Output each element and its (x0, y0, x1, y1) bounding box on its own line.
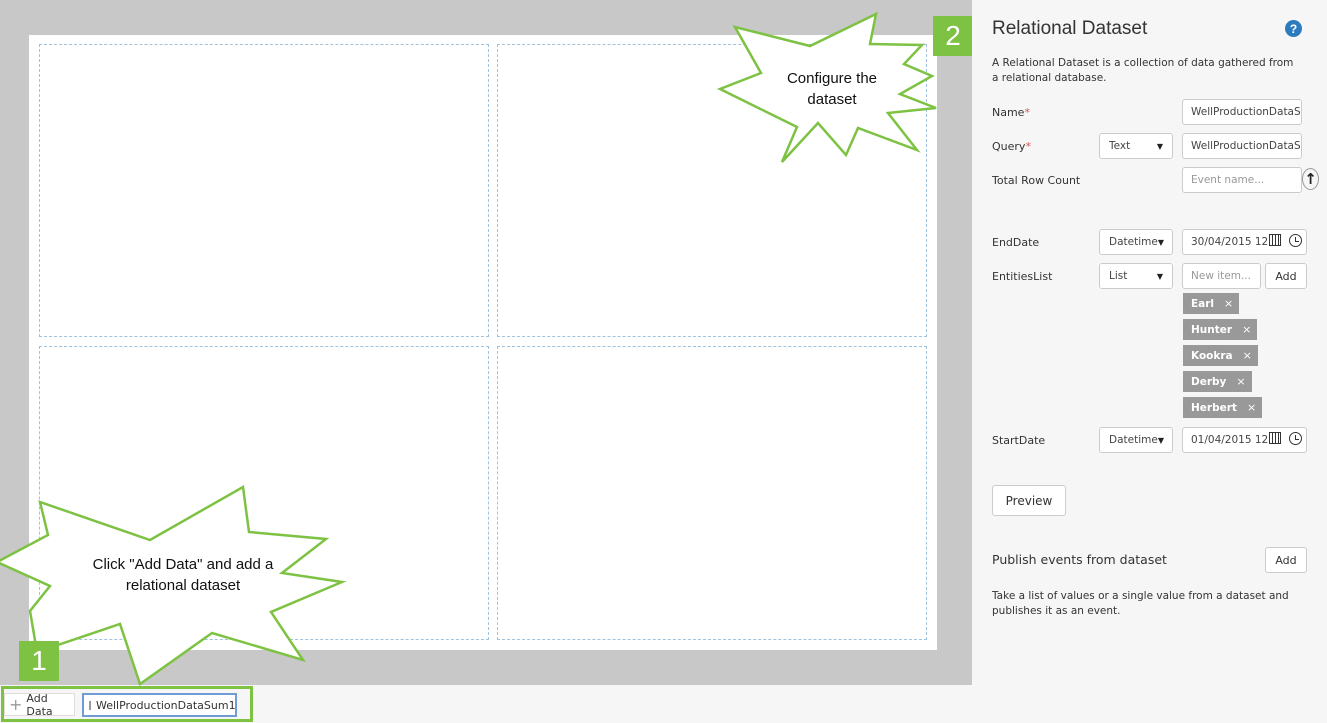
close-icon[interactable]: × (1236, 375, 1245, 388)
startdate-type-value: Datetime (1109, 434, 1158, 446)
callout-text-configure: Configure the dataset (786, 70, 878, 108)
entity-tag-label: Kookra (1191, 349, 1233, 362)
dataset-chip[interactable]: WellProductionDataSum1 (82, 693, 237, 717)
entity-tag: Earl × (1183, 293, 1240, 314)
panel-title: Relational Dataset (992, 18, 1148, 39)
entity-tag: Herbert × (1183, 397, 1263, 418)
step-badge-1: 1 (19, 641, 59, 681)
entity-tag-label: Derby (1191, 375, 1227, 388)
required-marker: * (1024, 106, 1030, 119)
caret-down-icon: ▼ (1156, 141, 1163, 151)
close-icon[interactable]: × (1247, 401, 1256, 414)
row-count-input[interactable]: Event name... (1182, 167, 1302, 193)
entity-tag-label: Herbert (1191, 401, 1237, 414)
upload-icon[interactable]: ↑ (1302, 168, 1319, 190)
entity-tag-label: Hunter (1191, 323, 1233, 336)
new-item-input[interactable]: New item... (1182, 263, 1261, 289)
add-data-button[interactable]: + Add Data (4, 691, 75, 718)
caret-down-icon: ▼ (1156, 271, 1163, 281)
query-input[interactable]: WellProductionDataS (1182, 133, 1302, 159)
entity-tag: Derby × (1183, 371, 1252, 392)
dataset-chip-label: WellProductionDataSum1 (96, 698, 236, 712)
callout-text-add-data: Click "Add Data" and add a relational da… (92, 556, 274, 594)
plus-icon: + (9, 694, 23, 714)
query-type-value: Text (1109, 140, 1131, 152)
query-label-text: Query (992, 140, 1026, 153)
enddate-type-select[interactable]: Datetime ▼ (1099, 229, 1173, 255)
name-input[interactable]: WellProductionDataS (1182, 99, 1302, 125)
startdate-type-select[interactable]: Datetime ▼ (1099, 427, 1173, 453)
entity-tag: Hunter × (1183, 319, 1258, 340)
row-count-label: Total Row Count (992, 174, 1081, 187)
query-type-select[interactable]: Text ▼ (1099, 133, 1173, 159)
enddate-label: EndDate (992, 236, 1040, 249)
required-marker: * (1025, 140, 1031, 153)
close-icon[interactable]: × (1243, 349, 1252, 362)
calendar-icon[interactable] (1269, 432, 1281, 444)
entity-tag: Kookra × (1183, 345, 1258, 366)
entities-label: EntitiesList (992, 270, 1053, 283)
clock-icon[interactable] (1289, 234, 1302, 247)
clock-icon[interactable] (1289, 432, 1302, 445)
publish-add-button[interactable]: Add (1265, 547, 1307, 573)
enddate-type-value: Datetime (1109, 236, 1158, 248)
step-badge-2: 2 (933, 16, 973, 56)
calendar-icon[interactable] (1269, 234, 1281, 246)
entities-type-value: List (1109, 270, 1128, 282)
entities-type-select[interactable]: List ▼ (1099, 263, 1173, 289)
help-icon[interactable]: ? (1285, 20, 1302, 37)
startdate-label: StartDate (992, 434, 1046, 447)
query-label: Query* (992, 140, 1031, 153)
properties-panel: Relational Dataset ? A Relational Datase… (972, 0, 1327, 723)
caret-down-icon: ▼ (1157, 435, 1164, 445)
publish-heading: Publish events from dataset (992, 552, 1167, 567)
table-icon (89, 700, 91, 710)
caret-down-icon: ▼ (1157, 237, 1164, 247)
panel-description: A Relational Dataset is a collection of … (992, 57, 1294, 84)
entity-tag-label: Earl (1191, 297, 1215, 310)
publish-description: Take a list of values or a single value … (992, 590, 1289, 617)
name-label: Name* (992, 106, 1030, 119)
add-data-label: Add Data (26, 691, 53, 718)
add-entity-button[interactable]: Add (1265, 263, 1307, 289)
name-label-text: Name (992, 106, 1025, 119)
preview-button[interactable]: Preview (992, 485, 1066, 516)
close-icon[interactable]: × (1242, 323, 1251, 336)
close-icon[interactable]: × (1224, 297, 1233, 310)
